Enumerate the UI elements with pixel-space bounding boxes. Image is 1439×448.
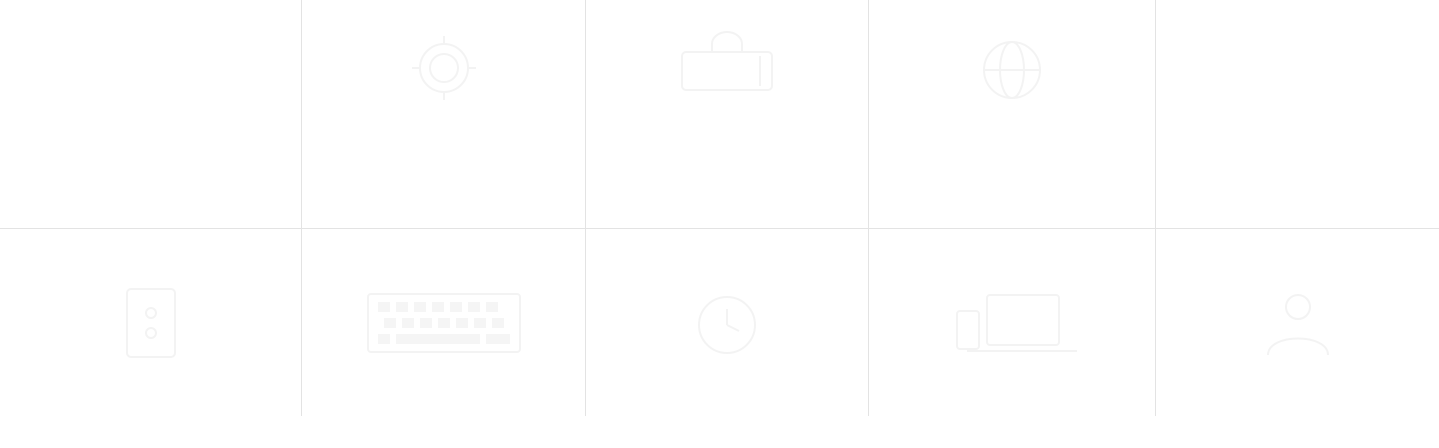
grid-cell-empty	[1156, 0, 1439, 228]
icon-grid	[0, 0, 1439, 416]
laptop-icon	[956, 293, 1077, 352]
grid-cell-empty	[0, 0, 301, 228]
keyboard-icon	[366, 292, 521, 353]
clock-icon	[698, 295, 756, 354]
grid-cell-user[interactable]	[1156, 229, 1439, 416]
shopping-bag-icon	[681, 31, 773, 91]
grid-cell-keyboard[interactable]	[302, 229, 585, 416]
globe-icon	[983, 41, 1041, 99]
grid-cell-globe[interactable]	[869, 0, 1155, 228]
grid-cell-laptop[interactable]	[869, 229, 1155, 416]
grid-cell-phone[interactable]	[0, 229, 301, 416]
phone-icon	[125, 287, 176, 358]
user-icon	[1266, 293, 1329, 355]
grid-cell-settings[interactable]	[302, 0, 585, 228]
grid-cell-shopping[interactable]	[586, 0, 868, 228]
gear-icon	[411, 36, 476, 100]
grid-cell-clock[interactable]	[586, 229, 868, 416]
